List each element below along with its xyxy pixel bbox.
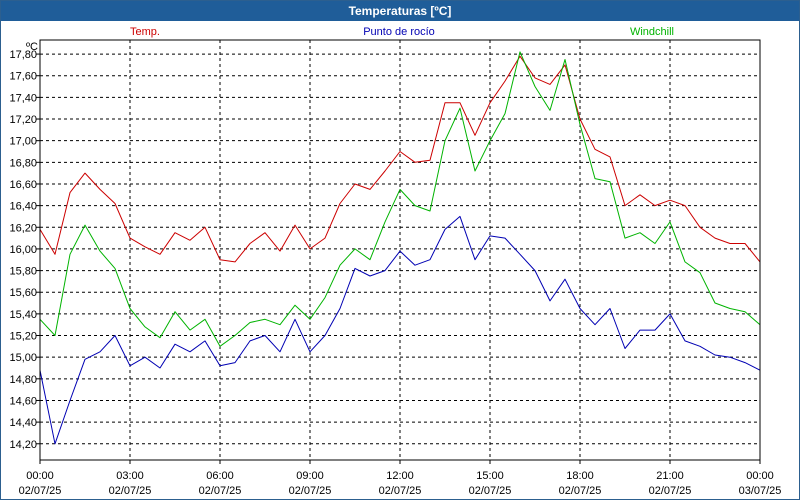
y-tick-label: 15,80 <box>9 266 37 278</box>
x-tick-time: 06:00 <box>206 470 234 482</box>
x-tick-date: 02/07/25 <box>289 485 332 497</box>
x-tick-date: 02/07/25 <box>379 485 422 497</box>
y-tick-label: 14,40 <box>9 417 37 429</box>
y-tick-label: 15,00 <box>9 352 37 364</box>
x-tick-time: 12:00 <box>386 470 414 482</box>
x-tick-time: 00:00 <box>26 470 54 482</box>
y-tick-label: 15,20 <box>9 331 37 343</box>
y-tick-label: 14,80 <box>9 374 37 386</box>
legend-windchill: Windchill <box>630 26 674 38</box>
temp-series-line <box>39 55 761 263</box>
x-tick-date: 02/07/25 <box>109 485 152 497</box>
y-tick-label: 16,20 <box>9 222 37 234</box>
legend-dew-point: Punto de rocío <box>363 26 435 38</box>
x-tick-date: 03/07/25 <box>739 485 782 497</box>
y-tick-label: 15,60 <box>9 287 37 299</box>
y-tick-label: 17,40 <box>9 92 37 104</box>
grid <box>40 40 760 460</box>
x-tick-date: 02/07/25 <box>559 485 602 497</box>
x-tick-time: 21:00 <box>656 470 684 482</box>
y-tick-label: 16,40 <box>9 201 37 213</box>
y-tick-label: 17,60 <box>9 71 37 83</box>
y-tick-label: 16,00 <box>9 244 37 256</box>
legend-temp: Temp. <box>130 26 160 38</box>
y-tick-label: 17,20 <box>9 114 37 126</box>
x-tick-time: 18:00 <box>566 470 594 482</box>
x-tick-time: 03:00 <box>116 470 144 482</box>
x-tick-date: 02/07/25 <box>649 485 692 497</box>
x-tick-time: 00:00 <box>746 470 774 482</box>
y-tick-label: 16,60 <box>9 179 37 191</box>
x-tick-date: 02/07/25 <box>199 485 242 497</box>
y-tick-label: 15,40 <box>9 309 37 321</box>
x-tick-date: 02/07/25 <box>19 485 62 497</box>
temperature-chart: 14,20 14,40 14,60 14,80 15,00 15,20 15,40 15,60… <box>9 26 781 497</box>
y-tick-label: 14,60 <box>9 395 37 407</box>
y-tick-label: 17,00 <box>9 136 37 148</box>
x-tick-time: 15:00 <box>476 470 504 482</box>
y-tick-label: 16,80 <box>9 157 37 169</box>
x-tick-date: 02/07/25 <box>469 485 512 497</box>
series-lines <box>39 51 761 445</box>
x-tick-time: 09:00 <box>296 470 324 482</box>
y-unit-label: ºC <box>26 41 38 53</box>
axes: 14,20 14,40 14,60 14,80 15,00 15,20 15,40 15,60… <box>9 49 781 497</box>
y-tick-label: 14,20 <box>9 439 37 451</box>
